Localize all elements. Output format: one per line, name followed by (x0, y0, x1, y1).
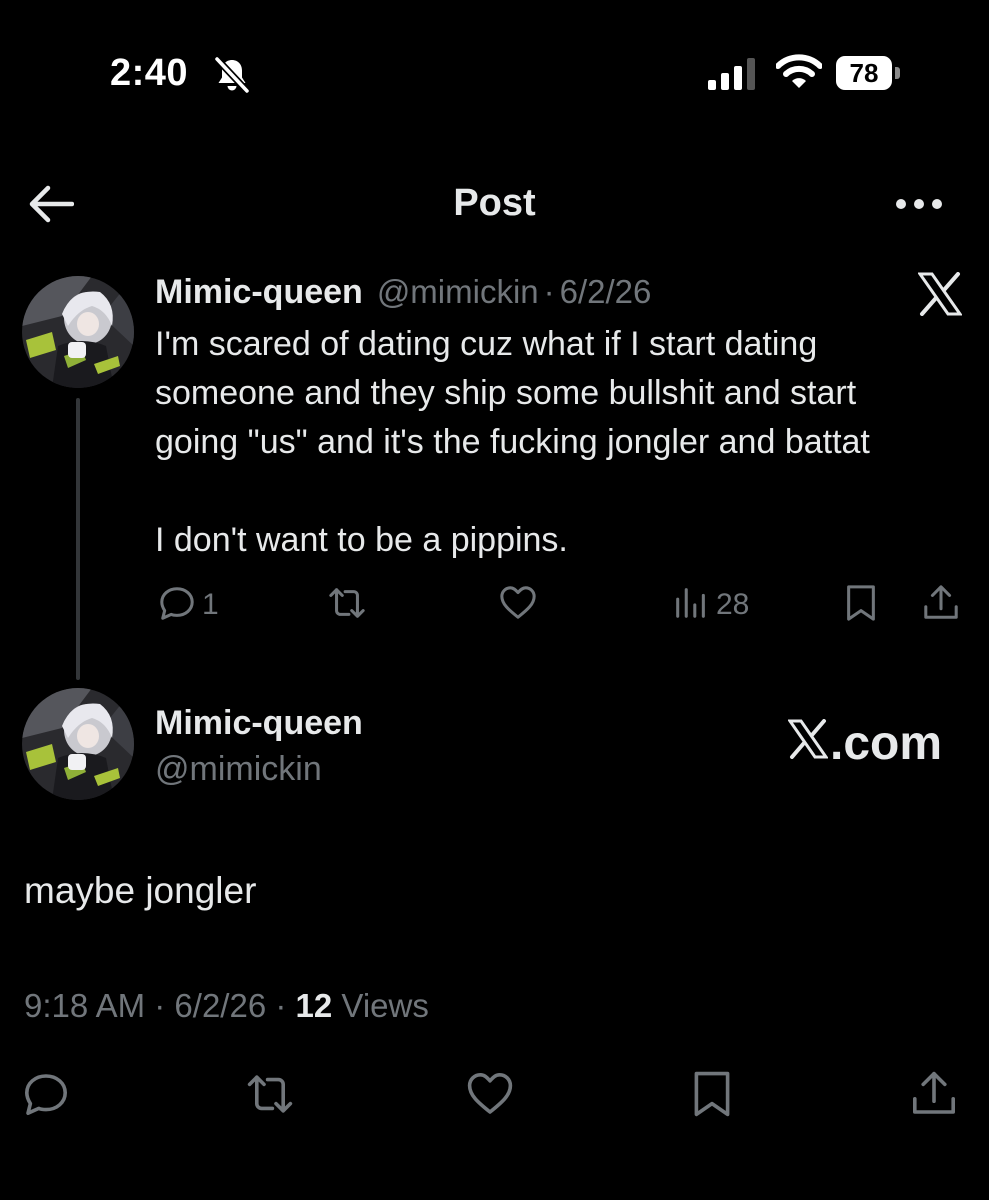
post-date: 6/2/26 (174, 987, 267, 1024)
display-name[interactable]: Mimic-queen (155, 704, 363, 743)
status-time: 2:40 (110, 52, 189, 94)
brand-suffix: .com (830, 717, 943, 770)
reply-icon (158, 584, 196, 627)
views-count[interactable]: 12 (296, 987, 333, 1024)
reply-icon (22, 1074, 70, 1122)
reply-count: 1 (202, 588, 219, 621)
x-logo-icon (787, 716, 830, 771)
share-button[interactable] (922, 584, 960, 627)
bookmark-icon (688, 1071, 736, 1122)
share-icon (910, 1071, 958, 1122)
post-date[interactable]: 6/2/26 (560, 273, 652, 311)
x-logo-icon (917, 272, 963, 316)
bookmark-button[interactable] (688, 1070, 736, 1118)
battery-icon: 78 (836, 56, 900, 90)
share-icon (922, 584, 960, 627)
post-text: maybe jongler (24, 870, 257, 911)
separator: · (543, 273, 555, 310)
handle[interactable]: @mimickin (377, 273, 539, 311)
signal-icon (708, 58, 760, 90)
share-button[interactable] (910, 1070, 958, 1118)
more-icon[interactable] (894, 196, 944, 212)
like-button[interactable] (466, 1070, 514, 1118)
views-count: 28 (716, 588, 750, 621)
views-icon (672, 584, 710, 627)
page-title: Post (453, 182, 536, 224)
post-meta: 9:18 AM · 6/2/26 · 12 Views (24, 987, 429, 1025)
bookmark-button[interactable] (842, 584, 880, 627)
bookmark-icon (842, 584, 880, 627)
repost-icon (328, 584, 366, 627)
handle[interactable]: @mimickin (155, 750, 322, 789)
repost-button[interactable] (246, 1070, 294, 1118)
quoted-post-header: Mimic-queen @mimickin · 6/2/26 (155, 273, 651, 312)
reply-button[interactable] (22, 1070, 70, 1118)
avatar[interactable] (22, 688, 134, 800)
display-name[interactable]: Mimic-queen (155, 273, 363, 312)
post-text: I'm scared of dating cuz what if I start… (155, 325, 870, 559)
battery-level: 78 (849, 58, 879, 88)
like-icon (466, 1073, 514, 1122)
separator: · (154, 987, 166, 1024)
post-time: 9:18 AM (24, 987, 146, 1024)
repost-icon (246, 1075, 294, 1122)
views-button[interactable]: 28 (672, 585, 749, 625)
reply-button[interactable]: 1 (158, 585, 219, 625)
repost-button[interactable] (328, 585, 366, 625)
wifi-icon (775, 54, 823, 90)
bell-slash-icon (212, 55, 252, 95)
thread-line (76, 398, 80, 680)
separator: · (275, 987, 287, 1024)
like-button[interactable] (499, 585, 537, 625)
views-label: Views (341, 987, 429, 1024)
x-com-brand: .com (787, 716, 943, 771)
avatar[interactable] (22, 276, 134, 388)
like-icon (499, 584, 537, 627)
